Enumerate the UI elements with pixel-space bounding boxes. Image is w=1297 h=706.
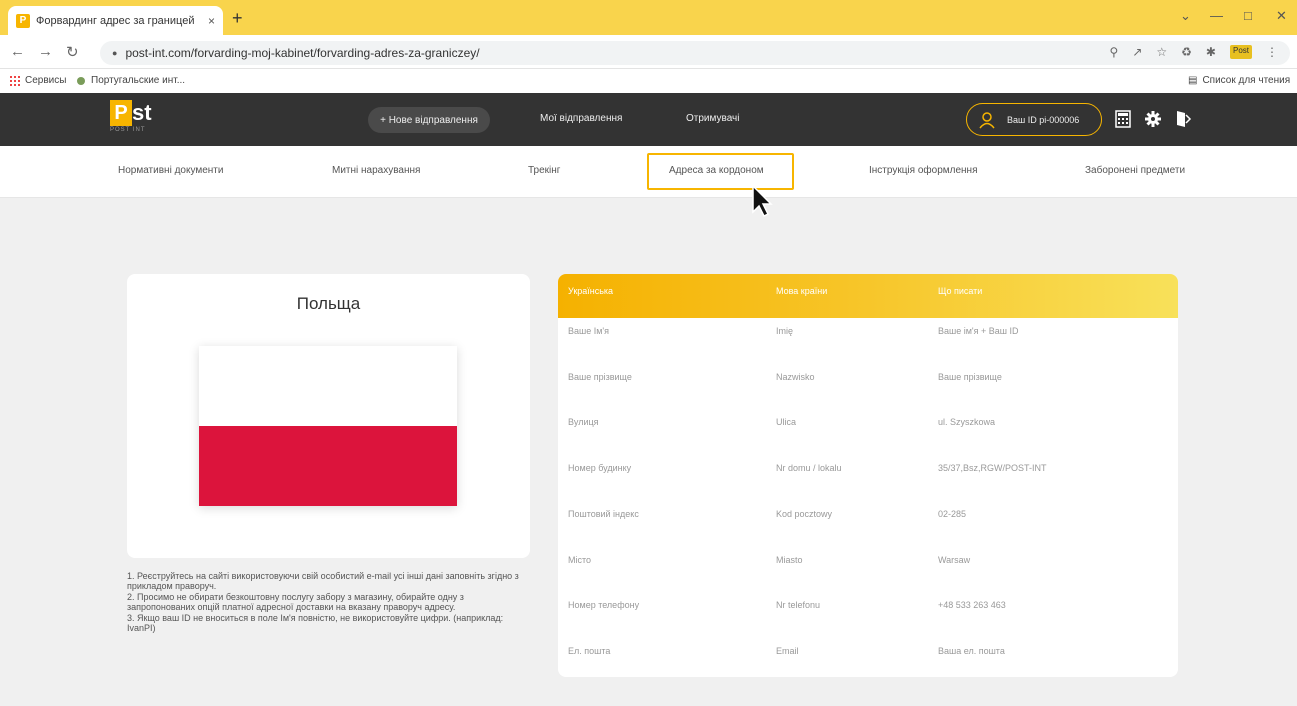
cell-what-to-write: ul. Szyszkowa	[938, 417, 996, 428]
cell-ukrainian: Ваше прізвище	[568, 371, 632, 382]
bookmark-label: Португальские инт...	[91, 75, 186, 86]
browser-tab[interactable]: P Форвардинг адрес за границей ×	[8, 6, 223, 35]
note-item: 1. Реєструйтесь на сайті використовуючи …	[127, 571, 519, 591]
bookmarks-bar: Сервисы Португальские инт... ▤ Список дл…	[0, 69, 1297, 93]
bookmark-label: Сервисы	[25, 75, 67, 86]
cell-country-language: Imię	[776, 326, 794, 336]
forward-icon[interactable]: →	[38, 43, 53, 60]
cell-what-to-write: Warsaw	[938, 554, 971, 565]
subnav-prohibited-items[interactable]: Заборонені предмети	[1085, 165, 1185, 176]
sub-navigation: Нормативні документи Митні нарахування Т…	[0, 146, 1297, 198]
cell-country-language: Kod pocztowy	[776, 508, 833, 519]
browser-tab-bar: P Форвардинг адрес за границей × + ⌄ — □…	[0, 0, 1297, 35]
cell-ukrainian: Номер будинку	[568, 463, 632, 474]
bookmark-portuguese[interactable]: Португальские инт...	[76, 75, 185, 86]
window-close-icon[interactable]: ✕	[1276, 8, 1287, 24]
cell-what-to-write: Ваше ім'я + Ваш ID	[938, 326, 1019, 336]
tab-search-icon[interactable]: ⌄	[1180, 8, 1191, 24]
tab-close-icon[interactable]: ×	[208, 14, 215, 28]
extensions-icon[interactable]: ✱	[1206, 45, 1216, 59]
country-title: Польща	[296, 294, 361, 313]
maximize-icon[interactable]: □	[1244, 8, 1252, 23]
header-country-language: Мова країни	[776, 286, 828, 296]
zoom-icon[interactable]: ⚲	[1110, 45, 1119, 59]
cell-what-to-write: Ваше прізвище	[938, 371, 1002, 382]
bookmark-services[interactable]: Сервисы	[10, 75, 66, 86]
back-icon[interactable]: ←	[10, 43, 25, 60]
tab-title: Форвардинг адрес за границей	[36, 14, 195, 27]
new-shipment-button[interactable]: + Нове відправлення	[368, 107, 490, 133]
cell-what-to-write: 02-285	[938, 508, 967, 519]
address-table: Українська Мова країни Що писати Ваше Ім…	[558, 274, 1178, 677]
flag-red-stripe	[199, 426, 457, 506]
user-icon	[979, 111, 995, 128]
header-ukrainian: Українська	[568, 286, 614, 296]
mouse-cursor-icon	[752, 184, 773, 218]
poland-flag-image	[199, 346, 457, 506]
site-header: Pst POST INT + Нове відправлення Мої від…	[0, 93, 1297, 146]
logout-icon[interactable]	[1174, 110, 1192, 128]
logo-subtitle: POST INT	[110, 127, 146, 133]
recycle-icon[interactable]: ♻	[1181, 45, 1192, 59]
cell-what-to-write: Ваша ел. пошта	[938, 645, 1005, 656]
subnav-regulatory-docs[interactable]: Нормативні документи	[118, 165, 223, 176]
lock-icon: ●	[112, 48, 118, 58]
subnav-address-abroad[interactable]: Адреса за кордоном	[669, 165, 764, 176]
country-card: Польща	[127, 274, 530, 558]
cell-country-language: Nazwisko	[776, 371, 815, 382]
bookmark-star-icon[interactable]: ☆	[1156, 45, 1167, 59]
cell-country-language: Nr domu / lokalu	[776, 463, 842, 474]
logo-text: st	[132, 100, 152, 125]
cell-country-language: Ulica	[776, 417, 797, 428]
nav-recipients[interactable]: Отримувачі	[686, 113, 739, 124]
user-id-text: Ваш ID pi-000006	[1007, 114, 1080, 125]
cell-country-language: Email	[776, 645, 799, 656]
note-item: 2. Просимо не обирати безкоштовну послуг…	[127, 592, 464, 612]
bookmark-favicon-icon	[77, 76, 85, 85]
cell-ukrainian: Номер телефону	[568, 600, 640, 611]
note-item: 3. Якщо ваш ID не вноситься в поле Ім'я …	[127, 613, 504, 633]
cell-country-language: Nr telefonu	[776, 600, 821, 611]
reading-list-label: Список для чтения	[1202, 75, 1291, 86]
cell-ukrainian: Вулиця	[568, 417, 599, 428]
subnav-customs-charges[interactable]: Митні нарахування	[332, 165, 420, 176]
menu-kebab-icon[interactable]: ⋮	[1266, 45, 1278, 59]
subnav-tracking[interactable]: Трекінг	[528, 165, 560, 176]
cell-what-to-write: 35/37,Bsz,RGW/POST-INT	[938, 463, 1047, 474]
flag-white-stripe	[199, 346, 457, 426]
minimize-icon[interactable]: —	[1210, 8, 1223, 23]
header-what-to-write: Що писати	[938, 286, 983, 296]
apps-grid-icon	[10, 75, 20, 86]
url-input[interactable]: ● post-int.com/forvarding-moj-kabinet/fo…	[100, 41, 1290, 65]
cell-ukrainian: Ел. пошта	[568, 645, 611, 656]
address-bar: ← → ↻ ● post-int.com/forvarding-moj-kabi…	[0, 35, 1297, 69]
instructions-notes: 1. Реєструйтесь на сайті використовуючи …	[127, 571, 527, 634]
share-icon[interactable]: ↗	[1132, 45, 1142, 59]
nav-my-shipments[interactable]: Мої відправлення	[540, 113, 622, 124]
site-logo[interactable]: Pst POST INT	[110, 100, 152, 133]
site-favicon-icon: P	[16, 13, 30, 28]
gear-icon[interactable]	[1144, 110, 1162, 128]
cell-country-language: Miasto	[776, 554, 803, 565]
calculator-icon[interactable]	[1114, 110, 1132, 128]
cell-ukrainian: Поштовий індекс	[568, 508, 639, 519]
reading-list[interactable]: ▤ Список для чтения	[1188, 75, 1290, 86]
reading-list-icon: ▤	[1188, 75, 1198, 86]
reload-icon[interactable]: ↻	[66, 43, 79, 61]
url-text: post-int.com/forvarding-moj-kabinet/forv…	[125, 46, 480, 60]
logo-mark: P	[110, 100, 132, 126]
subnav-instructions[interactable]: Інструкція оформлення	[869, 165, 978, 176]
user-id-badge[interactable]: Ваш ID pi-000006	[966, 103, 1102, 136]
cell-what-to-write: +48 533 263 463	[938, 600, 1006, 611]
post-extension-icon[interactable]: Post	[1229, 45, 1252, 59]
cell-ukrainian: Ваше Ім'я	[568, 326, 610, 336]
cell-ukrainian: Місто	[568, 554, 592, 565]
table-header: Українська Мова країни Що писати	[558, 274, 1178, 318]
new-tab-button[interactable]: +	[232, 8, 243, 29]
